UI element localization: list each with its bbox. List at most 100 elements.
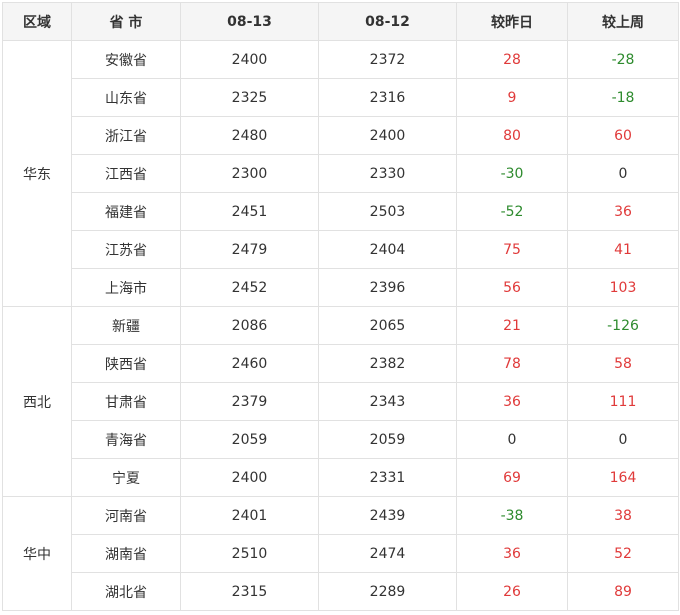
price-yesterday-cell: 2343 (318, 382, 457, 421)
price-today-cell: 2315 (180, 572, 319, 611)
week-change-cell: 0 (567, 420, 679, 459)
header-vs-last-week: 较上周 (567, 2, 679, 41)
table-row: 华中 河南省 2401 2439 -38 38 (2, 496, 679, 611)
province-cell: 江西省 (71, 154, 181, 193)
price-yesterday-cell: 2503 (318, 192, 457, 231)
price-yesterday-cell: 2289 (318, 572, 457, 611)
header-province: 省 市 (71, 2, 181, 41)
price-table: 区域 省 市 08-13 08-12 较昨日 较上周 华东 安徽省 2400 2372… (2, 2, 679, 611)
day-change-cell: 26 (456, 572, 568, 611)
price-yesterday-cell: 2331 (318, 458, 457, 497)
day-change-cell: 21 (456, 306, 568, 345)
province-cell: 新疆 (71, 306, 181, 345)
header-row: 区域 省 市 08-13 08-12 较昨日 较上周 (2, 2, 679, 41)
price-today-cell: 2510 (180, 534, 319, 573)
price-today-cell: 2379 (180, 382, 319, 421)
price-yesterday-cell: 2404 (318, 230, 457, 269)
price-today-cell: 2086 (180, 306, 319, 345)
province-cell: 河南省 (71, 496, 181, 535)
table-row: 西北 新疆 2086 2065 21 -126 (2, 306, 679, 497)
province-cell: 浙江省 (71, 116, 181, 155)
day-change-cell: 69 (456, 458, 568, 497)
price-yesterday-cell: 2316 (318, 78, 457, 117)
week-change-cell: 52 (567, 534, 679, 573)
price-yesterday-cell: 2474 (318, 534, 457, 573)
table-row: 青海省 2059 2059 0 0 (3, 420, 679, 459)
region-cell: 华东 (2, 40, 72, 307)
table-row: 宁夏 2400 2331 69 164 (3, 458, 679, 497)
day-change-cell: 75 (456, 230, 568, 269)
day-change-cell: -52 (456, 192, 568, 231)
price-yesterday-cell: 2396 (318, 268, 457, 307)
table-row: 山东省 2325 2316 9 -18 (3, 78, 679, 117)
price-yesterday-cell: 2372 (318, 40, 457, 79)
day-change-cell: 0 (456, 420, 568, 459)
header-region: 区域 (2, 2, 72, 41)
week-change-cell: 103 (567, 268, 679, 307)
province-cell: 福建省 (71, 192, 181, 231)
province-cell: 湖南省 (71, 534, 181, 573)
day-change-cell: 36 (456, 534, 568, 573)
price-today-cell: 2059 (180, 420, 319, 459)
header-date-current: 08-13 (180, 2, 319, 41)
table-row: 江苏省 2479 2404 75 41 (3, 230, 679, 269)
week-change-cell: -126 (567, 306, 679, 345)
price-today-cell: 2400 (180, 458, 319, 497)
day-change-cell: 80 (456, 116, 568, 155)
province-cell: 山东省 (71, 78, 181, 117)
province-cell: 甘肃省 (71, 382, 181, 421)
week-change-cell: 89 (567, 572, 679, 611)
province-cell: 上海市 (71, 268, 181, 307)
week-change-cell: -28 (567, 40, 679, 79)
price-yesterday-cell: 2382 (318, 344, 457, 383)
province-cell: 湖北省 (71, 572, 181, 611)
price-yesterday-cell: 2065 (318, 306, 457, 345)
region-cell: 华中 (2, 496, 72, 611)
province-cell: 江苏省 (71, 230, 181, 269)
day-change-cell: 78 (456, 344, 568, 383)
day-change-cell: 28 (456, 40, 568, 79)
day-change-cell: 56 (456, 268, 568, 307)
week-change-cell: 41 (567, 230, 679, 269)
price-yesterday-cell: 2439 (318, 496, 457, 535)
table-body: 华东 安徽省 2400 2372 28 -28 山东省 2325 2316 9 -18 浙江省 2480… (2, 40, 679, 611)
region-cell: 西北 (2, 306, 72, 497)
price-today-cell: 2401 (180, 496, 319, 535)
province-cell: 青海省 (71, 420, 181, 459)
price-yesterday-cell: 2059 (318, 420, 457, 459)
week-change-cell: 36 (567, 192, 679, 231)
province-cell: 宁夏 (71, 458, 181, 497)
price-today-cell: 2460 (180, 344, 319, 383)
table-row: 上海市 2452 2396 56 103 (3, 268, 679, 307)
price-yesterday-cell: 2400 (318, 116, 457, 155)
table-row: 甘肃省 2379 2343 36 111 (3, 382, 679, 421)
day-change-cell: 36 (456, 382, 568, 421)
table-row: 福建省 2451 2503 -52 36 (3, 192, 679, 231)
province-cell: 陕西省 (71, 344, 181, 383)
table-row: 江西省 2300 2330 -30 0 (3, 154, 679, 193)
day-change-cell: -30 (456, 154, 568, 193)
price-today-cell: 2400 (180, 40, 319, 79)
week-change-cell: 38 (567, 496, 679, 535)
day-change-cell: 9 (456, 78, 568, 117)
week-change-cell: -18 (567, 78, 679, 117)
table-row: 华东 安徽省 2400 2372 28 -28 (2, 40, 679, 307)
week-change-cell: 60 (567, 116, 679, 155)
week-change-cell: 164 (567, 458, 679, 497)
week-change-cell: 58 (567, 344, 679, 383)
header-vs-yesterday: 较昨日 (456, 2, 568, 41)
price-yesterday-cell: 2330 (318, 154, 457, 193)
price-today-cell: 2451 (180, 192, 319, 231)
table-header: 区域 省 市 08-13 08-12 较昨日 较上周 (2, 2, 679, 41)
price-today-cell: 2479 (180, 230, 319, 269)
week-change-cell: 111 (567, 382, 679, 421)
table-row: 湖北省 2315 2289 26 89 (3, 572, 679, 611)
table-row: 浙江省 2480 2400 80 60 (3, 116, 679, 155)
price-today-cell: 2325 (180, 78, 319, 117)
header-date-previous: 08-12 (318, 2, 457, 41)
price-today-cell: 2480 (180, 116, 319, 155)
week-change-cell: 0 (567, 154, 679, 193)
table-row: 湖南省 2510 2474 36 52 (3, 534, 679, 573)
price-today-cell: 2300 (180, 154, 319, 193)
province-cell: 安徽省 (71, 40, 181, 79)
